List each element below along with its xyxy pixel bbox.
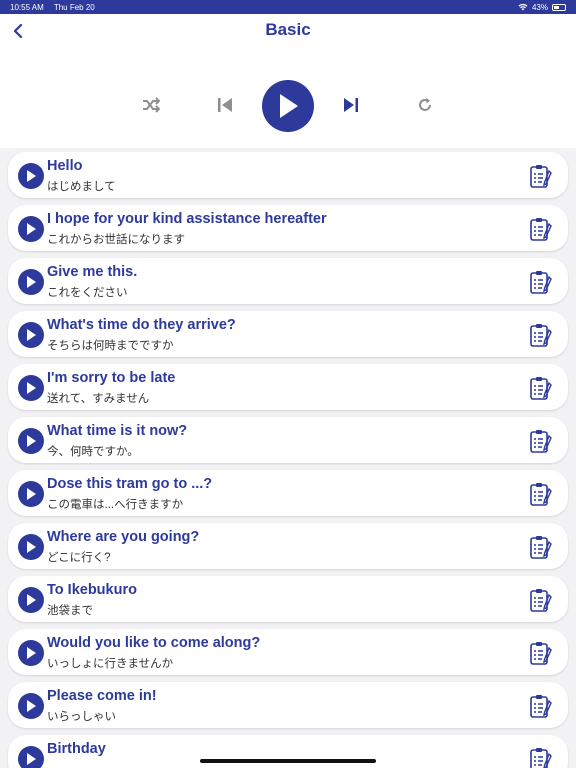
phrase-japanese: これをください [47, 287, 128, 299]
phrase-row[interactable]: What's time do they arrive? そちらは何時までですか [8, 311, 568, 357]
phrase-english: Hello [47, 158, 83, 174]
battery-icon [552, 3, 566, 11]
play-icon [27, 223, 36, 235]
play-icon [27, 594, 36, 606]
play-icon [280, 94, 298, 118]
play-icon [27, 753, 36, 765]
play-icon [27, 329, 36, 341]
phrase-japanese: いらっしゃい [47, 711, 116, 723]
play-phrase-button[interactable] [18, 746, 44, 768]
clipboard-list-icon[interactable] [530, 217, 552, 241]
play-icon [27, 276, 36, 288]
header: Basic [0, 14, 576, 148]
play-icon [27, 170, 36, 182]
phrase-japanese: どこに行く? [47, 552, 111, 564]
phrase-row[interactable]: Hello はじめまして [8, 152, 568, 198]
phrase-english: Where are you going? [47, 529, 200, 545]
wifi-icon [518, 3, 528, 11]
phrase-row[interactable]: I'm sorry to be late 送れて、すみません [8, 364, 568, 410]
phrase-japanese: 池袋まで [47, 605, 93, 617]
repeat-button[interactable] [414, 94, 436, 116]
clipboard-list-icon[interactable] [530, 429, 552, 453]
play-phrase-button[interactable] [18, 322, 44, 348]
status-time: 10:55 AM [10, 2, 44, 12]
status-right: 43% [518, 3, 566, 12]
clipboard-list-icon[interactable] [530, 482, 552, 506]
phrase-row[interactable]: Please come in! いらっしゃい [8, 682, 568, 728]
status-date: Thu Feb 20 [53, 2, 95, 12]
clipboard-list-icon[interactable] [530, 535, 552, 559]
play-phrase-button[interactable] [18, 587, 44, 613]
play-phrase-button[interactable] [18, 269, 44, 295]
play-phrase-button[interactable] [18, 216, 44, 242]
play-phrase-button[interactable] [18, 163, 44, 189]
play-all-button[interactable] [262, 80, 314, 132]
phrase-row[interactable]: Give me this. これをください [8, 258, 568, 304]
phrase-english: I hope for your kind assistance hereafte… [47, 211, 327, 227]
clipboard-list-icon[interactable] [530, 588, 552, 612]
phrase-japanese: はじめまして [47, 181, 116, 193]
play-icon [27, 382, 36, 394]
clipboard-list-icon[interactable] [530, 641, 552, 665]
repeat-icon [419, 98, 431, 111]
phrase-japanese: いっしょに行きませんか [47, 658, 174, 670]
phrase-row[interactable]: I hope for your kind assistance hereafte… [8, 205, 568, 251]
phrase-row[interactable]: Where are you going? どこに行く? [8, 523, 568, 569]
phrase-english: To Ikebukuro [47, 582, 137, 598]
shuffle-button[interactable] [140, 94, 162, 116]
play-icon [27, 700, 36, 712]
phrase-japanese: 今、何時ですか。 [47, 446, 139, 458]
phrase-english: Dose this tram go to ...? [47, 476, 213, 492]
phrase-row[interactable]: Dose this tram go to ...? この電車は...へ行きますか [8, 470, 568, 516]
skip-next-icon [344, 98, 358, 112]
clipboard-list-icon[interactable] [530, 164, 552, 188]
play-icon [27, 435, 36, 447]
play-icon [27, 541, 36, 553]
next-button[interactable] [340, 94, 362, 116]
clipboard-list-icon[interactable] [530, 270, 552, 294]
phrase-row[interactable]: What time is it now? 今、何時ですか。 [8, 417, 568, 463]
clipboard-list-icon[interactable] [530, 694, 552, 718]
play-icon [27, 647, 36, 659]
play-phrase-button[interactable] [18, 693, 44, 719]
phrase-english: Birthday [47, 741, 106, 757]
skip-previous-icon [218, 98, 232, 112]
phrase-english: Give me this. [47, 264, 138, 280]
phrase-english: Would you like to come along? [47, 635, 261, 651]
play-phrase-button[interactable] [18, 375, 44, 401]
page-title: Basic [265, 20, 311, 39]
shuffle-icon [143, 97, 160, 113]
home-indicator[interactable] [200, 759, 376, 763]
previous-button[interactable] [214, 94, 236, 116]
play-icon [27, 488, 36, 500]
play-phrase-button[interactable] [18, 428, 44, 454]
play-phrase-button[interactable] [18, 534, 44, 560]
phrase-row[interactable]: To Ikebukuro 池袋まで [8, 576, 568, 622]
clipboard-list-icon[interactable] [530, 376, 552, 400]
phrase-row[interactable]: Would you like to come along? いっしょに行きません… [8, 629, 568, 675]
clipboard-list-icon[interactable] [530, 747, 552, 768]
status-bar: 10:55 AM Thu Feb 20 43% [0, 0, 576, 14]
phrase-english: What's time do they arrive? [47, 317, 236, 333]
phrase-english: I'm sorry to be late [47, 370, 176, 386]
phrase-japanese: これからお世話になります [47, 234, 185, 246]
battery-percent: 43% [531, 2, 548, 12]
phrase-japanese: この電車は...へ行きますか [47, 499, 184, 511]
phrase-row[interactable]: Birthday [8, 735, 568, 768]
phrase-english: What time is it now? [47, 423, 188, 439]
phrase-japanese: 送れて、すみません [47, 393, 150, 405]
phrase-english: Please come in! [47, 688, 157, 704]
play-phrase-button[interactable] [18, 481, 44, 507]
play-phrase-button[interactable] [18, 640, 44, 666]
clipboard-list-icon[interactable] [530, 323, 552, 347]
phrase-japanese: そちらは何時までですか [47, 340, 174, 352]
player-controls [0, 80, 576, 132]
